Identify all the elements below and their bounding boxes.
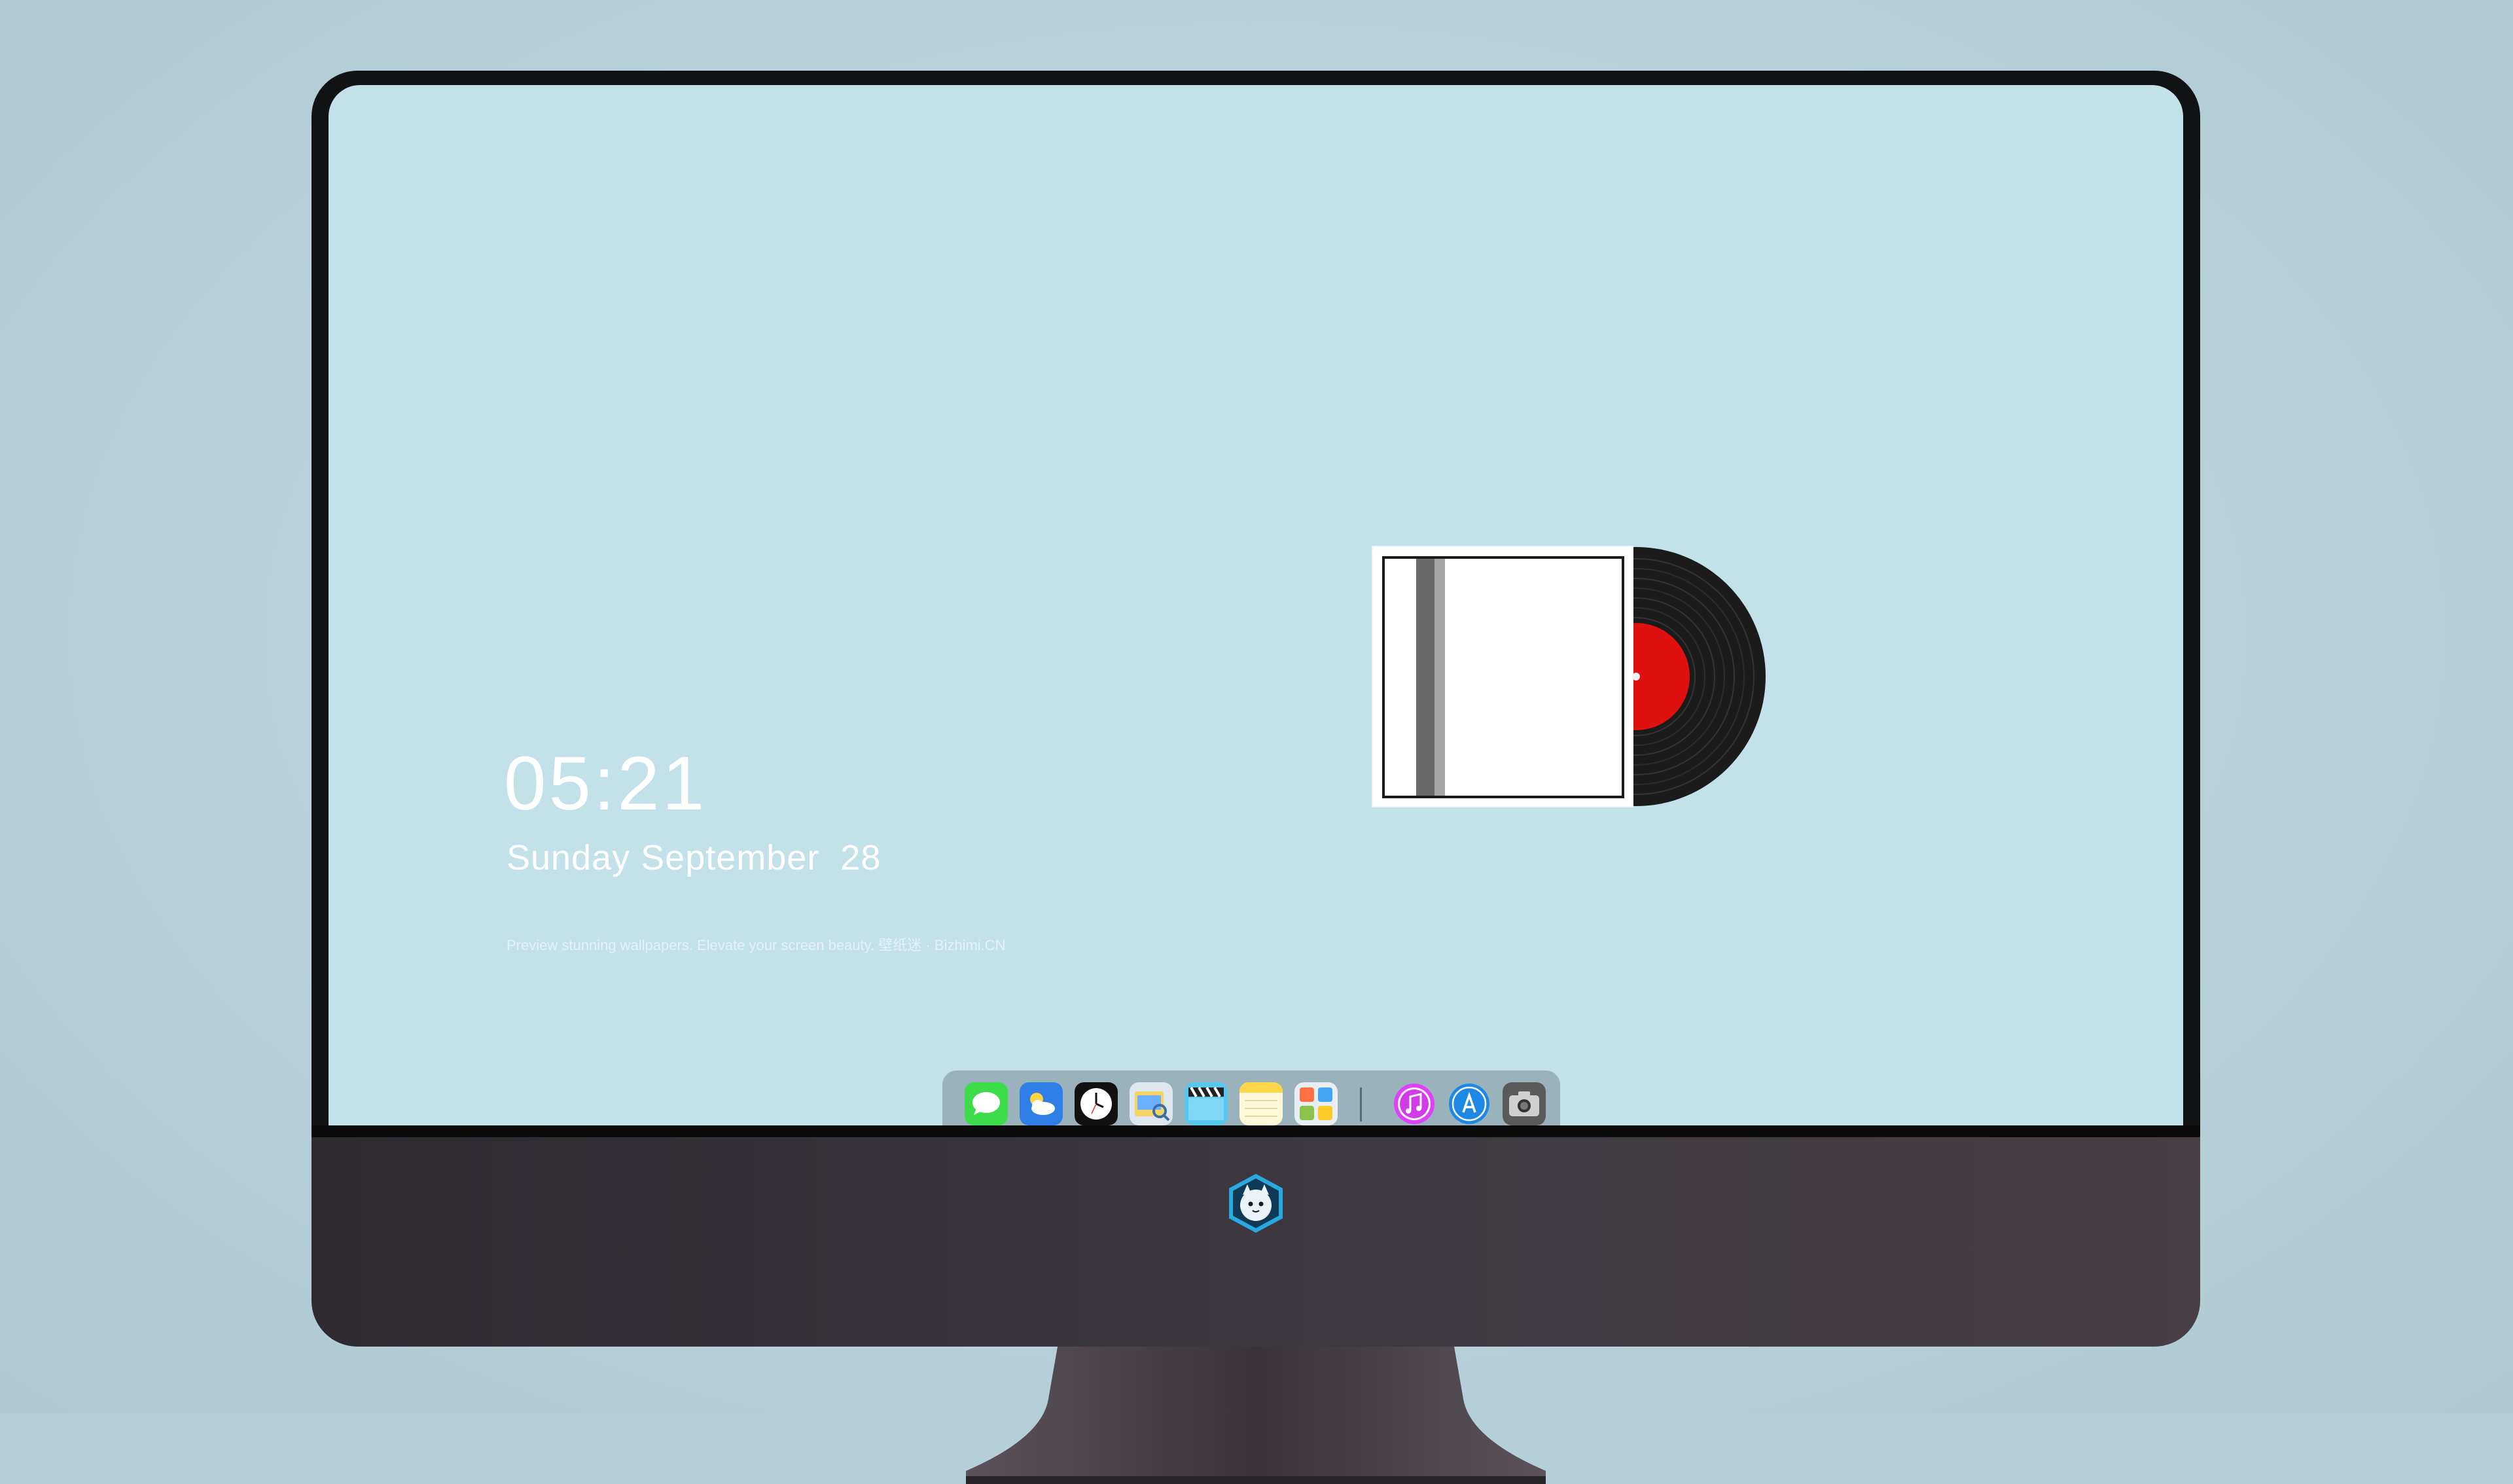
monitor-chin <box>312 1137 2200 1347</box>
screen: 05:21 Sunday September 28 Preview stunni… <box>329 85 2183 1127</box>
preview-icon[interactable] <box>1130 1082 1173 1125</box>
cover-stripe-light <box>1435 559 1445 796</box>
itunes-icon[interactable] <box>1393 1082 1436 1125</box>
lockscreen-date: Sunday September 28 <box>507 838 882 877</box>
dock <box>942 1070 1560 1127</box>
clock-icon[interactable] <box>1075 1082 1118 1125</box>
notes-icon[interactable] <box>1239 1082 1283 1125</box>
lockscreen-time: 05:21 <box>504 741 707 826</box>
album-cover <box>1382 556 1624 798</box>
dock-separator <box>1360 1087 1362 1122</box>
camera-icon[interactable] <box>1503 1082 1546 1125</box>
monitor: 05:21 Sunday September 28 Preview stunni… <box>312 71 2200 1484</box>
monitor-stand <box>966 1347 1546 1484</box>
clapper-icon[interactable] <box>1185 1082 1228 1125</box>
app-store-icon[interactable] <box>1448 1082 1491 1125</box>
wallpaper-tagline: Preview stunning wallpapers. Elevate you… <box>507 937 1006 953</box>
music-widget[interactable] <box>1372 546 1777 807</box>
mascot-logo-icon <box>1229 1174 1283 1233</box>
monitor-bezel: 05:21 Sunday September 28 Preview stunni… <box>312 71 2200 1140</box>
messages-icon[interactable] <box>965 1082 1008 1125</box>
cover-stripe-dark <box>1416 559 1435 796</box>
photos-folder-icon[interactable] <box>1294 1082 1338 1125</box>
weather-icon[interactable] <box>1020 1082 1063 1125</box>
album-sleeve <box>1372 546 1633 807</box>
